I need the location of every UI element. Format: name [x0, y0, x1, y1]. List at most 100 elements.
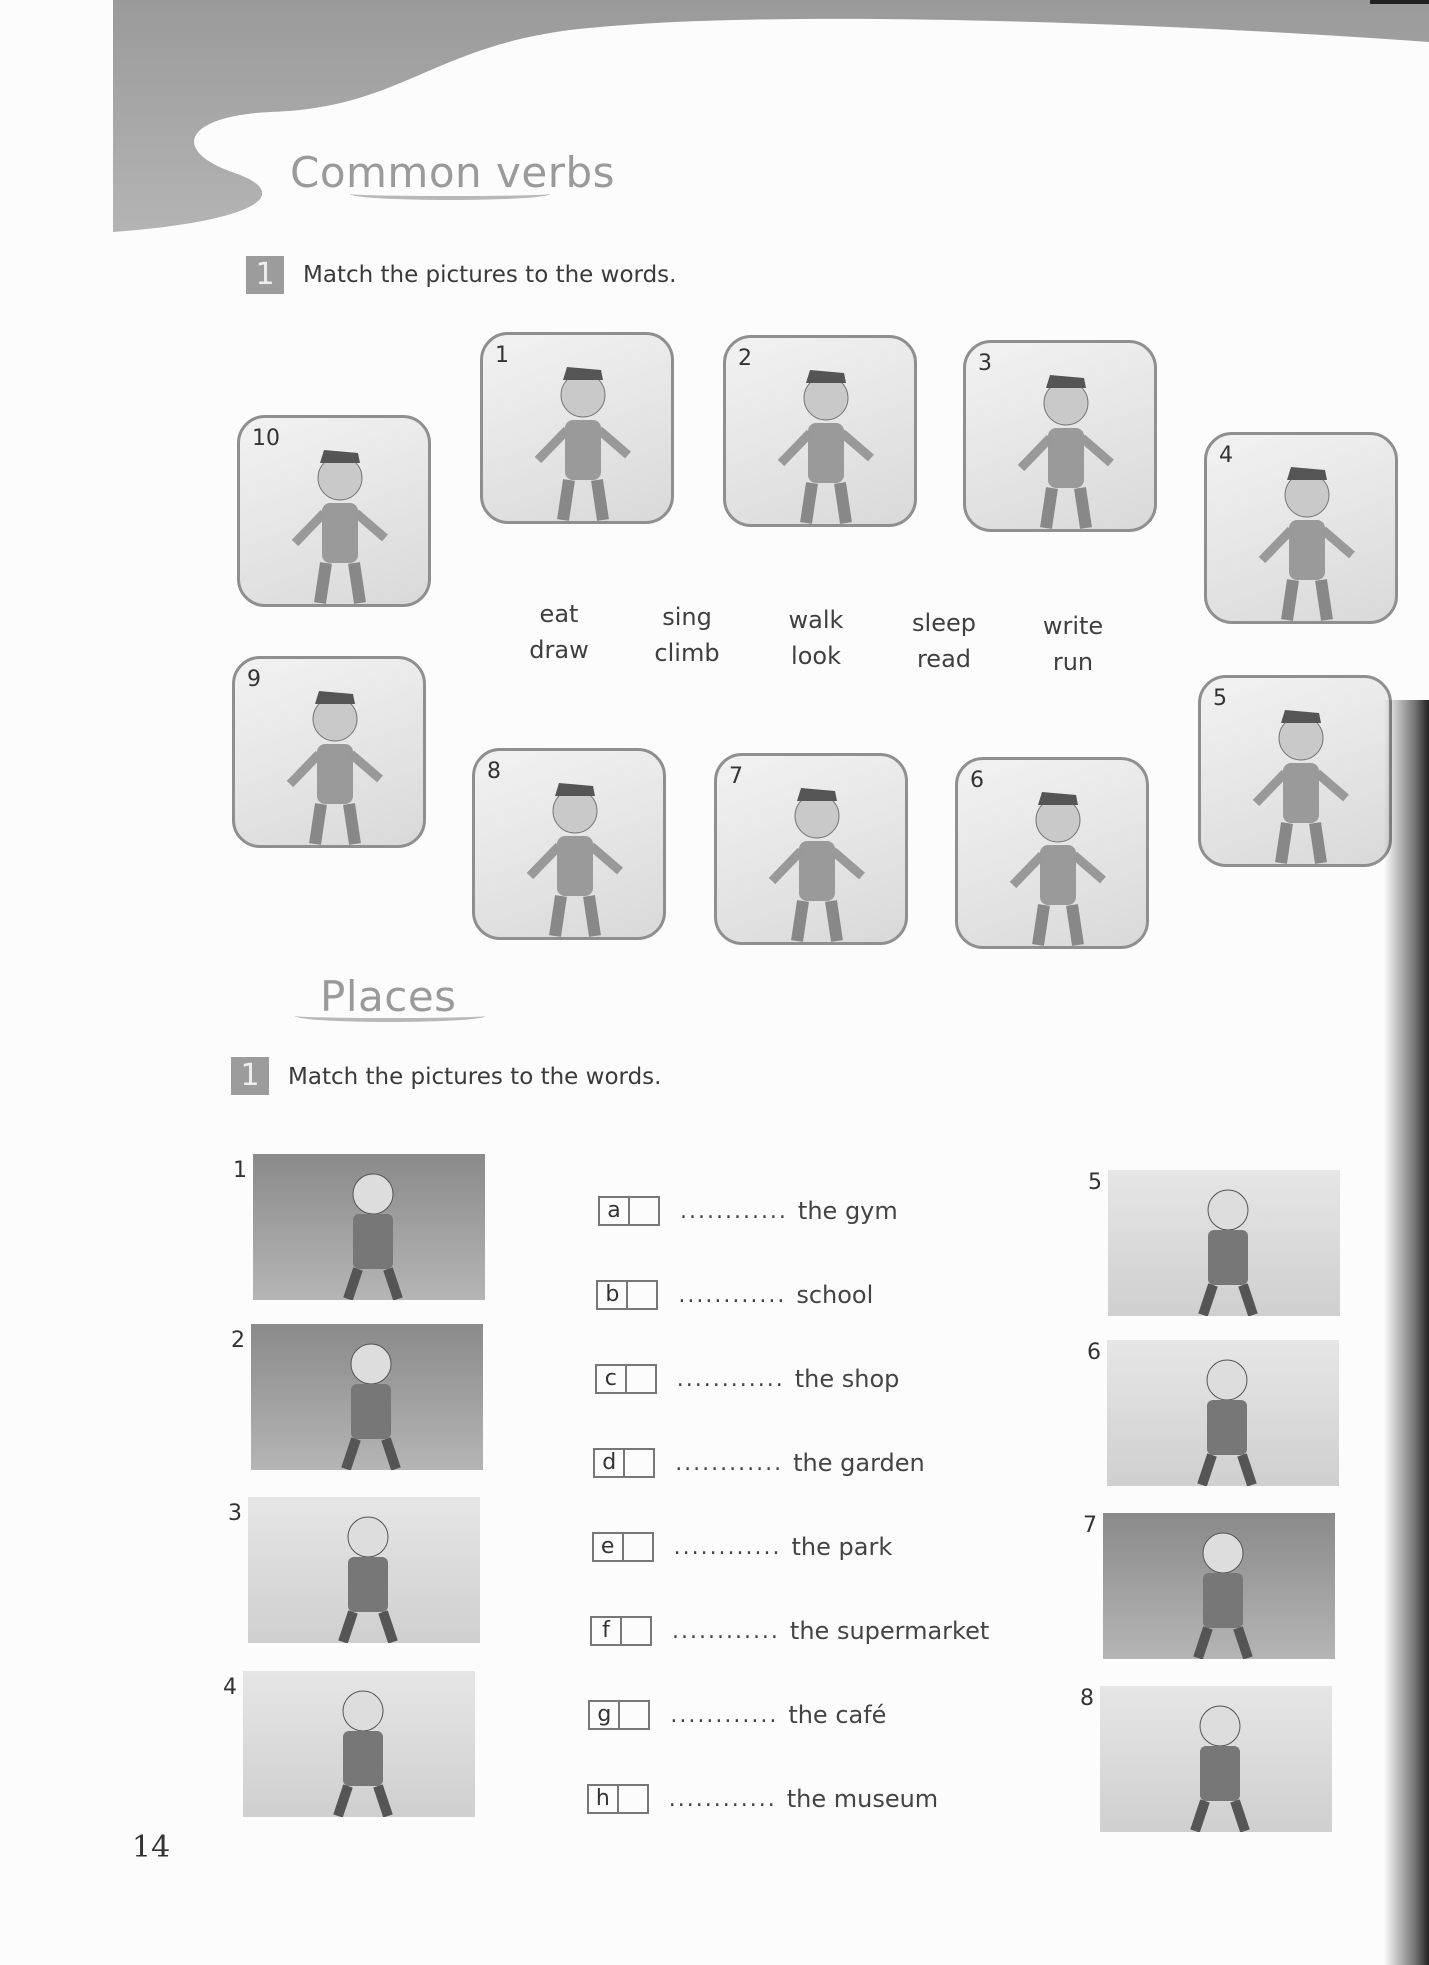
place-picture-2	[251, 1324, 483, 1470]
answer-dotted-line[interactable]: ............	[670, 1703, 778, 1728]
answer-dotted-line[interactable]: ............	[680, 1199, 788, 1224]
answer-input[interactable]	[628, 1282, 656, 1308]
verb-picture-2: 2	[723, 335, 917, 527]
verb-picture-3: 3	[963, 340, 1157, 532]
place-picture-4	[243, 1671, 475, 1817]
place-picture-number: 7	[1083, 1513, 1097, 1538]
verb-word-draw: draw	[529, 636, 589, 664]
answer-input[interactable]	[619, 1786, 647, 1812]
picture-number: 7	[729, 764, 743, 789]
answer-dotted-line[interactable]: ............	[669, 1787, 777, 1812]
title-underline	[350, 188, 550, 200]
answer-box: g	[588, 1700, 651, 1730]
place-picture-5	[1108, 1170, 1340, 1316]
verb-word-run: run	[1052, 648, 1094, 676]
answer-box: f	[590, 1616, 652, 1646]
answer-box: h	[586, 1784, 649, 1814]
answer-place-text: the shop	[794, 1365, 900, 1393]
answer-place-text: the supermarket	[789, 1617, 990, 1645]
exercise-instruction: Match the pictures to the words.	[288, 1064, 662, 1090]
picture-number: 5	[1213, 686, 1227, 711]
verb-word-sing: sing	[662, 603, 712, 631]
answer-box: d	[593, 1448, 656, 1478]
picture-number: 4	[1219, 443, 1233, 468]
picture-number: 1	[495, 343, 509, 368]
answer-place-text: school	[796, 1281, 874, 1309]
page-edge-shadow	[1384, 700, 1429, 1965]
cartoon-figure	[1258, 467, 1355, 621]
verb-picture-10: 10	[237, 415, 431, 607]
verb-picture-9: 9	[232, 656, 426, 848]
answer-row-e: e............ the park	[591, 1531, 893, 1563]
cartoon-scene	[1193, 1532, 1253, 1659]
picture-number: 3	[978, 351, 992, 376]
answer-row-g: g............ the café	[588, 1699, 886, 1731]
place-picture-6	[1107, 1340, 1339, 1486]
place-picture-3	[248, 1497, 480, 1643]
answer-row-a: a............ the gym	[598, 1195, 898, 1227]
picture-number: 8	[487, 759, 501, 784]
cartoon-scene	[338, 1516, 398, 1643]
cartoon-scene	[343, 1173, 403, 1300]
cartoon-figure	[286, 691, 383, 845]
title-underline	[295, 1010, 485, 1022]
page-number: 14	[132, 1830, 171, 1865]
cartoon-figure	[777, 370, 874, 524]
answer-dotted-line[interactable]: ............	[677, 1367, 785, 1392]
answer-box: b	[596, 1280, 659, 1310]
answer-dotted-line[interactable]: ............	[672, 1619, 780, 1644]
answer-input[interactable]	[624, 1534, 652, 1560]
answer-place-text: the café	[788, 1701, 887, 1729]
verb-word-read: read	[916, 645, 972, 673]
verb-word-write: write	[1042, 612, 1104, 640]
answer-input[interactable]	[630, 1198, 658, 1224]
picture-number: 10	[252, 426, 280, 451]
cartoon-scene	[1197, 1359, 1257, 1486]
place-picture-number: 1	[233, 1158, 247, 1183]
place-picture-1	[253, 1154, 485, 1300]
answer-row-d: d............ the garden	[593, 1447, 925, 1479]
cartoon-scene	[333, 1690, 393, 1817]
verb-picture-7: 7	[714, 753, 908, 945]
verb-word-look: look	[791, 642, 841, 670]
verb-picture-4: 4	[1204, 432, 1398, 624]
answer-place-text: the gym	[797, 1197, 898, 1225]
cartoon-figure	[1252, 710, 1349, 864]
cartoon-figure	[768, 788, 865, 942]
verb-picture-6: 6	[955, 757, 1149, 949]
place-picture-8	[1100, 1686, 1332, 1832]
place-picture-number: 4	[223, 1675, 237, 1700]
place-picture-number: 6	[1087, 1340, 1101, 1365]
answer-row-c: c............ the shop	[594, 1363, 900, 1395]
verb-picture-8: 8	[472, 748, 666, 940]
exercise-number-badge: 1	[246, 256, 284, 294]
picture-number: 6	[970, 768, 984, 793]
answer-letter: h	[589, 1786, 619, 1812]
answer-input[interactable]	[627, 1366, 655, 1392]
answer-place-text: the museum	[786, 1785, 939, 1813]
answer-place-text: the park	[791, 1533, 893, 1561]
answer-letter: c	[597, 1366, 627, 1392]
place-picture-number: 2	[231, 1328, 245, 1353]
answer-row-b: b............ school	[596, 1279, 873, 1311]
exercise-number-badge: 1	[231, 1057, 269, 1095]
answer-box: e	[591, 1532, 654, 1562]
answer-input[interactable]	[625, 1450, 653, 1476]
cartoon-scene	[341, 1343, 401, 1470]
place-picture-7	[1103, 1513, 1335, 1659]
answer-input[interactable]	[622, 1618, 650, 1644]
answer-letter: g	[590, 1702, 621, 1728]
answer-input[interactable]	[620, 1702, 648, 1728]
verb-word-walk: walk	[788, 606, 844, 634]
answer-letter: d	[595, 1450, 626, 1476]
verb-word-climb: climb	[654, 639, 720, 667]
place-picture-number: 8	[1080, 1686, 1094, 1711]
answer-box: c	[594, 1364, 657, 1394]
answer-dotted-line[interactable]: ............	[675, 1451, 783, 1476]
cartoon-figure	[534, 367, 631, 521]
answer-dotted-line[interactable]: ............	[674, 1535, 782, 1560]
verb-picture-1: 1	[480, 332, 674, 524]
answer-dotted-line[interactable]: ............	[678, 1283, 786, 1308]
verb-word-sleep: sleep	[912, 609, 976, 637]
cartoon-scene	[1198, 1189, 1258, 1316]
